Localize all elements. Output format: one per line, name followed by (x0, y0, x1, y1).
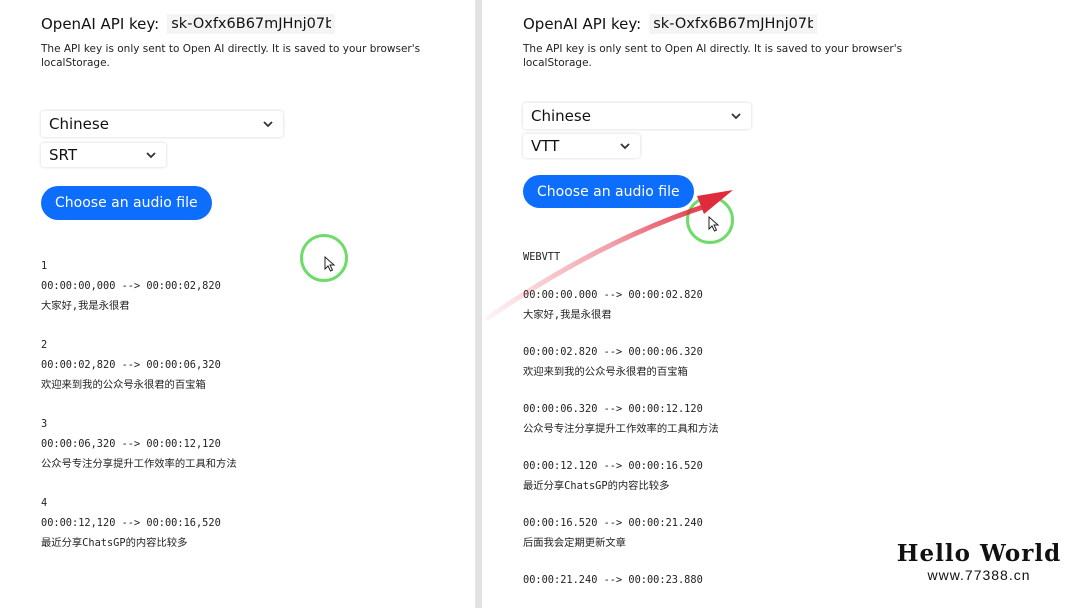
format-select-value: SRT (49, 146, 78, 164)
cue-text: 最近分享ChatsGP的内容比较多 (523, 480, 670, 492)
panel-divider (475, 0, 482, 608)
choose-audio-file-button[interactable]: Choose an audio file (41, 186, 212, 220)
vtt-cue: 00:00:00.000 --> 00:00:02.820 大家好,我是永很君 (523, 285, 943, 325)
language-select[interactable]: Chinese (523, 103, 751, 129)
format-select[interactable]: SRT (41, 143, 166, 167)
cue-timing: 00:00:12,120 --> 00:00:16,520 (41, 517, 221, 529)
api-key-label: OpenAI API key: (41, 15, 160, 33)
vtt-cue: 00:00:02.820 --> 00:00:06.320 欢迎来到我的公众号永… (523, 342, 943, 382)
choose-audio-file-button[interactable]: Choose an audio file (523, 175, 694, 208)
api-key-row: OpenAI API key: (523, 12, 943, 36)
cue-text: 大家好,我是永很君 (41, 300, 130, 312)
api-key-notice: The API key is only sent to Open AI dire… (523, 43, 903, 69)
right-form: OpenAI API key: The API key is only sent… (523, 12, 943, 590)
cue-timing: 00:00:00.000 --> 00:00:02.820 (523, 289, 703, 301)
vtt-cue: 00:00:06.320 --> 00:00:12.120 公众号专注分享提升工… (523, 399, 943, 439)
cue-text: 公众号专注分享提升工作效率的工具和方法 (523, 423, 719, 435)
mouse-pointer-icon (324, 256, 336, 272)
srt-cue: 2 00:00:02,820 --> 00:00:06,320 欢迎来到我的公众… (41, 335, 461, 395)
api-key-label: OpenAI API key: (523, 15, 642, 33)
cue-index: 1 (41, 260, 48, 272)
watermark-title: Hello World (896, 540, 1062, 567)
cue-timing: 00:00:06.320 --> 00:00:12.120 (523, 403, 703, 415)
cue-index: 3 (41, 418, 48, 430)
format-select-value: VTT (531, 137, 560, 155)
chevron-down-icon (263, 121, 273, 128)
left-panel: OpenAI API key: The API key is only sent… (0, 0, 475, 608)
api-key-input[interactable] (167, 14, 336, 34)
vtt-cue: 00:00:12.120 --> 00:00:16.520 最近分享ChatsG… (523, 456, 943, 496)
chevron-down-icon (146, 152, 156, 159)
right-panel: OpenAI API key: The API key is only sent… (482, 0, 1080, 608)
cue-timing: 00:00:16.520 --> 00:00:21.240 (523, 517, 703, 529)
language-select-value: Chinese (531, 107, 591, 125)
vtt-cue: 00:00:16.520 --> 00:00:21.240 后面我会定期更新文章 (523, 513, 943, 553)
srt-cue: 4 00:00:12,120 --> 00:00:16,520 最近分享Chat… (41, 493, 461, 553)
cue-index: 4 (41, 497, 48, 509)
vtt-output: WEBVTT 00:00:00.000 --> 00:00:02.820 大家好… (523, 247, 943, 590)
language-select[interactable]: Chinese (41, 111, 283, 137)
cue-text: 公众号专注分享提升工作效率的工具和方法 (41, 458, 237, 470)
api-key-row: OpenAI API key: (41, 12, 461, 36)
cue-timing: 00:00:06,320 --> 00:00:12,120 (41, 438, 221, 450)
cue-timing: 00:00:02.820 --> 00:00:06.320 (523, 346, 703, 358)
api-key-notice: The API key is only sent to Open AI dire… (41, 43, 421, 69)
chevron-down-icon (620, 143, 630, 150)
srt-cue: 1 00:00:00,000 --> 00:00:02,820 大家好,我是永很… (41, 256, 461, 316)
format-select[interactable]: VTT (523, 134, 640, 158)
left-form: OpenAI API key: The API key is only sent… (41, 12, 461, 553)
watermark: Hello World www.77388.cn (894, 540, 1064, 583)
language-select-value: Chinese (49, 115, 109, 133)
watermark-url: www.77388.cn (927, 567, 1031, 583)
cue-timing: 00:00:12.120 --> 00:00:16.520 (523, 460, 703, 472)
srt-cue: 3 00:00:06,320 --> 00:00:12,120 公众号专注分享提… (41, 414, 461, 474)
cue-text: 大家好,我是永很君 (523, 309, 612, 321)
cue-text: 后面我会定期更新文章 (523, 537, 626, 549)
chevron-down-icon (731, 113, 741, 120)
cue-timing: 00:00:21.240 --> 00:00:23.880 (523, 574, 703, 586)
cue-timing: 00:00:02,820 --> 00:00:06,320 (41, 359, 221, 371)
api-key-input[interactable] (649, 14, 818, 34)
cue-index: 2 (41, 339, 48, 351)
cue-text: 欢迎来到我的公众号永很君的百宝箱 (41, 379, 206, 391)
cue-timing: 00:00:00,000 --> 00:00:02,820 (41, 280, 221, 292)
vtt-header: WEBVTT (523, 251, 561, 263)
vtt-cue: 00:00:21.240 --> 00:00:23.880 (523, 570, 943, 590)
srt-output: 1 00:00:00,000 --> 00:00:02,820 大家好,我是永很… (41, 256, 461, 553)
cue-text: 欢迎来到我的公众号永很君的百宝箱 (523, 366, 688, 378)
mouse-pointer-icon (708, 216, 720, 232)
cue-text: 最近分享ChatsGP的内容比较多 (41, 537, 188, 549)
